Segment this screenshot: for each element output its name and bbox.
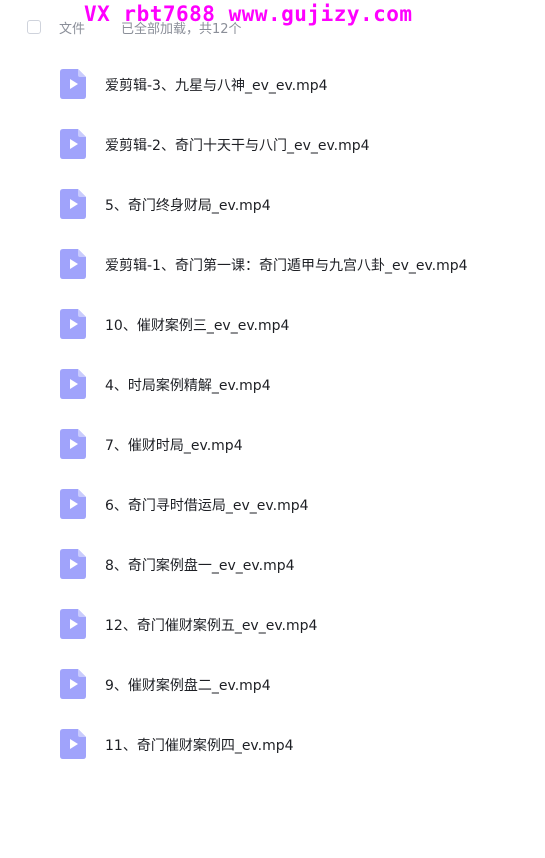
video-file-icon bbox=[60, 69, 86, 99]
file-name: 4、时局案例精解_ev.mp4 bbox=[105, 378, 271, 394]
file-list: 爱剪辑-3、九星与八神_ev_ev.mp4 爱剪辑-2、奇门十天干与八门_ev_e… bbox=[0, 54, 545, 774]
watermark-text: VX rbt7688 www.gujizy.com bbox=[84, 2, 413, 26]
file-name: 8、奇门案例盘一_ev_ev.mp4 bbox=[105, 558, 295, 574]
file-name: 11、奇门催财案例四_ev.mp4 bbox=[105, 738, 294, 754]
file-name: 6、奇门寻时借运局_ev_ev.mp4 bbox=[105, 498, 309, 514]
file-row[interactable]: 11、奇门催财案例四_ev.mp4 bbox=[0, 714, 545, 774]
video-file-icon bbox=[60, 249, 86, 279]
file-name: 爱剪辑-2、奇门十天干与八门_ev_ev.mp4 bbox=[105, 138, 370, 154]
video-file-icon bbox=[60, 729, 86, 759]
file-row[interactable]: 7、催财时局_ev.mp4 bbox=[0, 414, 545, 474]
file-row[interactable]: 12、奇门催财案例五_ev_ev.mp4 bbox=[0, 594, 545, 654]
file-row[interactable]: 5、奇门终身财局_ev.mp4 bbox=[0, 174, 545, 234]
file-row[interactable]: 爱剪辑-1、奇门第一课：奇门遁甲与九宫八卦_ev_ev.mp4 bbox=[0, 234, 545, 294]
file-column-label: 文件 bbox=[59, 22, 86, 37]
file-name: 7、催财时局_ev.mp4 bbox=[105, 438, 243, 454]
file-name: 10、催财案例三_ev_ev.mp4 bbox=[105, 318, 290, 334]
file-row[interactable]: 4、时局案例精解_ev.mp4 bbox=[0, 354, 545, 414]
video-file-icon bbox=[60, 369, 86, 399]
file-name: 爱剪辑-1、奇门第一课：奇门遁甲与九宫八卦_ev_ev.mp4 bbox=[105, 258, 468, 274]
file-row[interactable]: 爱剪辑-3、九星与八神_ev_ev.mp4 bbox=[0, 54, 545, 114]
video-file-icon bbox=[60, 669, 86, 699]
file-name: 爱剪辑-3、九星与八神_ev_ev.mp4 bbox=[105, 78, 328, 94]
video-file-icon bbox=[60, 129, 86, 159]
file-name: 5、奇门终身财局_ev.mp4 bbox=[105, 198, 271, 214]
select-all-checkbox[interactable] bbox=[27, 20, 41, 34]
video-file-icon bbox=[60, 309, 86, 339]
file-row[interactable]: 爱剪辑-2、奇门十天干与八门_ev_ev.mp4 bbox=[0, 114, 545, 174]
file-row[interactable]: 9、催财案例盘二_ev.mp4 bbox=[0, 654, 545, 714]
video-file-icon bbox=[60, 429, 86, 459]
file-name: 9、催财案例盘二_ev.mp4 bbox=[105, 678, 271, 694]
file-row[interactable]: 8、奇门案例盘一_ev_ev.mp4 bbox=[0, 534, 545, 594]
video-file-icon bbox=[60, 609, 86, 639]
file-row[interactable]: 10、催财案例三_ev_ev.mp4 bbox=[0, 294, 545, 354]
video-file-icon bbox=[60, 189, 86, 219]
video-file-icon bbox=[60, 489, 86, 519]
video-file-icon bbox=[60, 549, 86, 579]
file-row[interactable]: 6、奇门寻时借运局_ev_ev.mp4 bbox=[0, 474, 545, 534]
file-name: 12、奇门催财案例五_ev_ev.mp4 bbox=[105, 618, 318, 634]
